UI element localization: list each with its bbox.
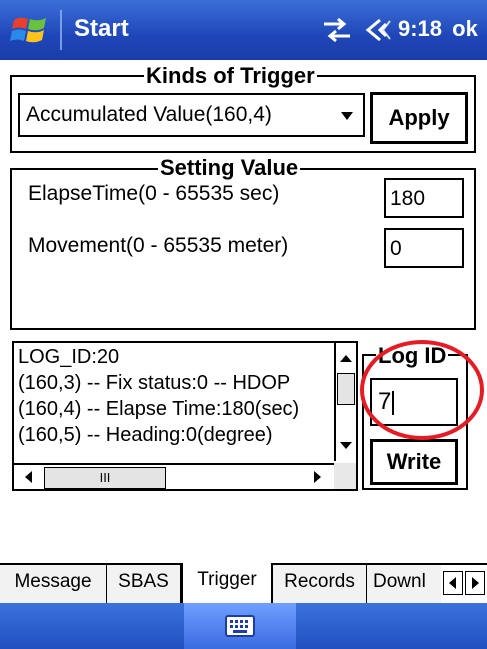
tab-records[interactable]: Records — [273, 565, 367, 603]
horizontal-scroll-thumb[interactable]: III — [44, 467, 166, 489]
tab-scroll-right-icon[interactable] — [465, 571, 485, 595]
tab-trigger[interactable]: Trigger — [181, 563, 273, 605]
dropdown-arrow-icon — [341, 112, 353, 120]
horizontal-scrollbar[interactable]: III — [14, 463, 336, 489]
title-separator — [60, 10, 62, 50]
trigger-kinds-legend: Kinds of Trigger — [144, 63, 317, 88]
tab-download[interactable]: Downl — [367, 565, 443, 603]
trigger-kind-selected: Accumulated Value(160,4) — [26, 103, 272, 126]
log-line: (160,3) -- Fix status:0 -- HDOP — [18, 372, 291, 394]
ok-button[interactable]: ok — [446, 10, 484, 48]
trigger-kind-select[interactable]: Accumulated Value(160,4) — [18, 93, 365, 137]
volume-icon[interactable] — [360, 14, 394, 46]
apply-button[interactable]: Apply — [370, 92, 468, 144]
keyboard-button[interactable] — [184, 603, 296, 649]
scroll-right-icon[interactable] — [306, 466, 328, 488]
keyboard-icon — [225, 615, 255, 637]
log-list[interactable]: LOG_ID:20 (160,3) -- Fix status:0 -- HDO… — [12, 341, 358, 491]
title-bar: Start 9:18 ok — [0, 0, 487, 60]
tab-message[interactable]: Message — [0, 565, 107, 603]
tab-scroll-left-icon[interactable] — [443, 571, 463, 595]
scroll-thumb-grip: III — [99, 470, 111, 485]
connectivity-icon[interactable] — [320, 16, 354, 44]
scroll-corner — [334, 463, 356, 489]
scroll-down-icon[interactable] — [336, 435, 356, 457]
write-button[interactable]: Write — [370, 439, 458, 485]
elapse-time-label: ElapseTime(0 - 65535 sec) — [28, 182, 280, 205]
elapse-time-input[interactable]: 180 — [384, 178, 464, 218]
scroll-thumb[interactable] — [337, 373, 355, 405]
clock[interactable]: 9:18 — [398, 16, 442, 42]
movement-label: Movement(0 - 65535 meter) — [28, 234, 289, 257]
tab-bar: Message SBAS Trigger Records Downl — [0, 563, 487, 605]
tab-scroll-buttons — [441, 565, 487, 603]
vertical-scrollbar[interactable] — [334, 343, 356, 461]
scroll-left-icon[interactable] — [18, 466, 40, 488]
log-line: LOG_ID:20 — [18, 346, 120, 368]
movement-input[interactable]: 0 — [384, 228, 464, 268]
log-line: (160,4) -- Elapse Time:180(sec) — [18, 398, 300, 420]
log-line: (160,5) -- Heading:0(degree) — [18, 424, 273, 446]
windows-flag-icon[interactable] — [10, 12, 50, 48]
start-menu-label[interactable]: Start — [74, 15, 129, 43]
highlight-circle — [360, 340, 484, 440]
tab-sbas[interactable]: SBAS — [107, 565, 181, 603]
scroll-up-icon[interactable] — [336, 347, 356, 369]
setting-value-legend: Setting Value — [158, 155, 301, 180]
